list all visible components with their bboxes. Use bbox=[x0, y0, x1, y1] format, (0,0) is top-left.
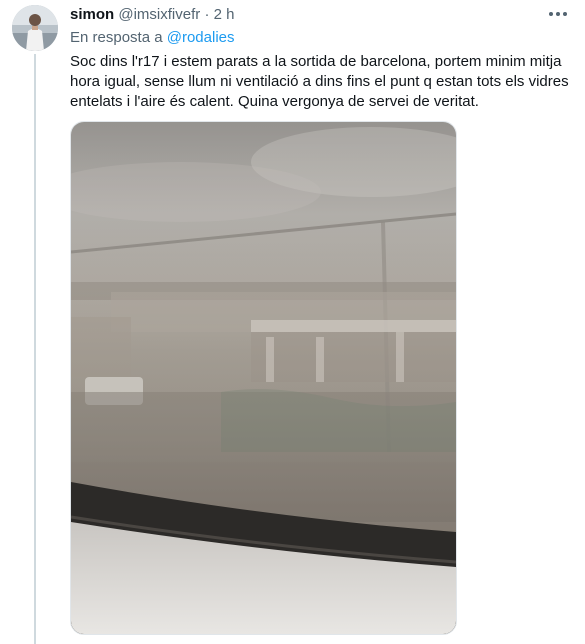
tweet-photo[interactable] bbox=[70, 121, 457, 635]
thread-line bbox=[34, 54, 36, 644]
avatar[interactable] bbox=[12, 5, 58, 51]
separator-dot: · bbox=[204, 6, 210, 23]
tweet-text: Soc dins l'r17 i estem parats a la sorti… bbox=[70, 53, 569, 110]
reply-context: En resposta a @rodalies bbox=[70, 29, 235, 47]
tweet[interactable]: simon @imsixfivefr · 2 h En resposta a @… bbox=[0, 0, 585, 644]
timestamp[interactable]: 2 h bbox=[214, 6, 235, 23]
more-horizontal-icon bbox=[549, 12, 567, 16]
reply-mention-link[interactable]: @rodalies bbox=[167, 29, 235, 46]
user-handle[interactable]: @imsixfivefr bbox=[118, 6, 200, 23]
tweet-header: simon @imsixfivefr · 2 h bbox=[70, 6, 234, 24]
reply-prefix: En resposta a bbox=[70, 29, 163, 46]
more-options-button[interactable] bbox=[544, 4, 572, 24]
display-name[interactable]: simon bbox=[70, 6, 114, 23]
foggy-train-window-photo bbox=[71, 122, 456, 634]
